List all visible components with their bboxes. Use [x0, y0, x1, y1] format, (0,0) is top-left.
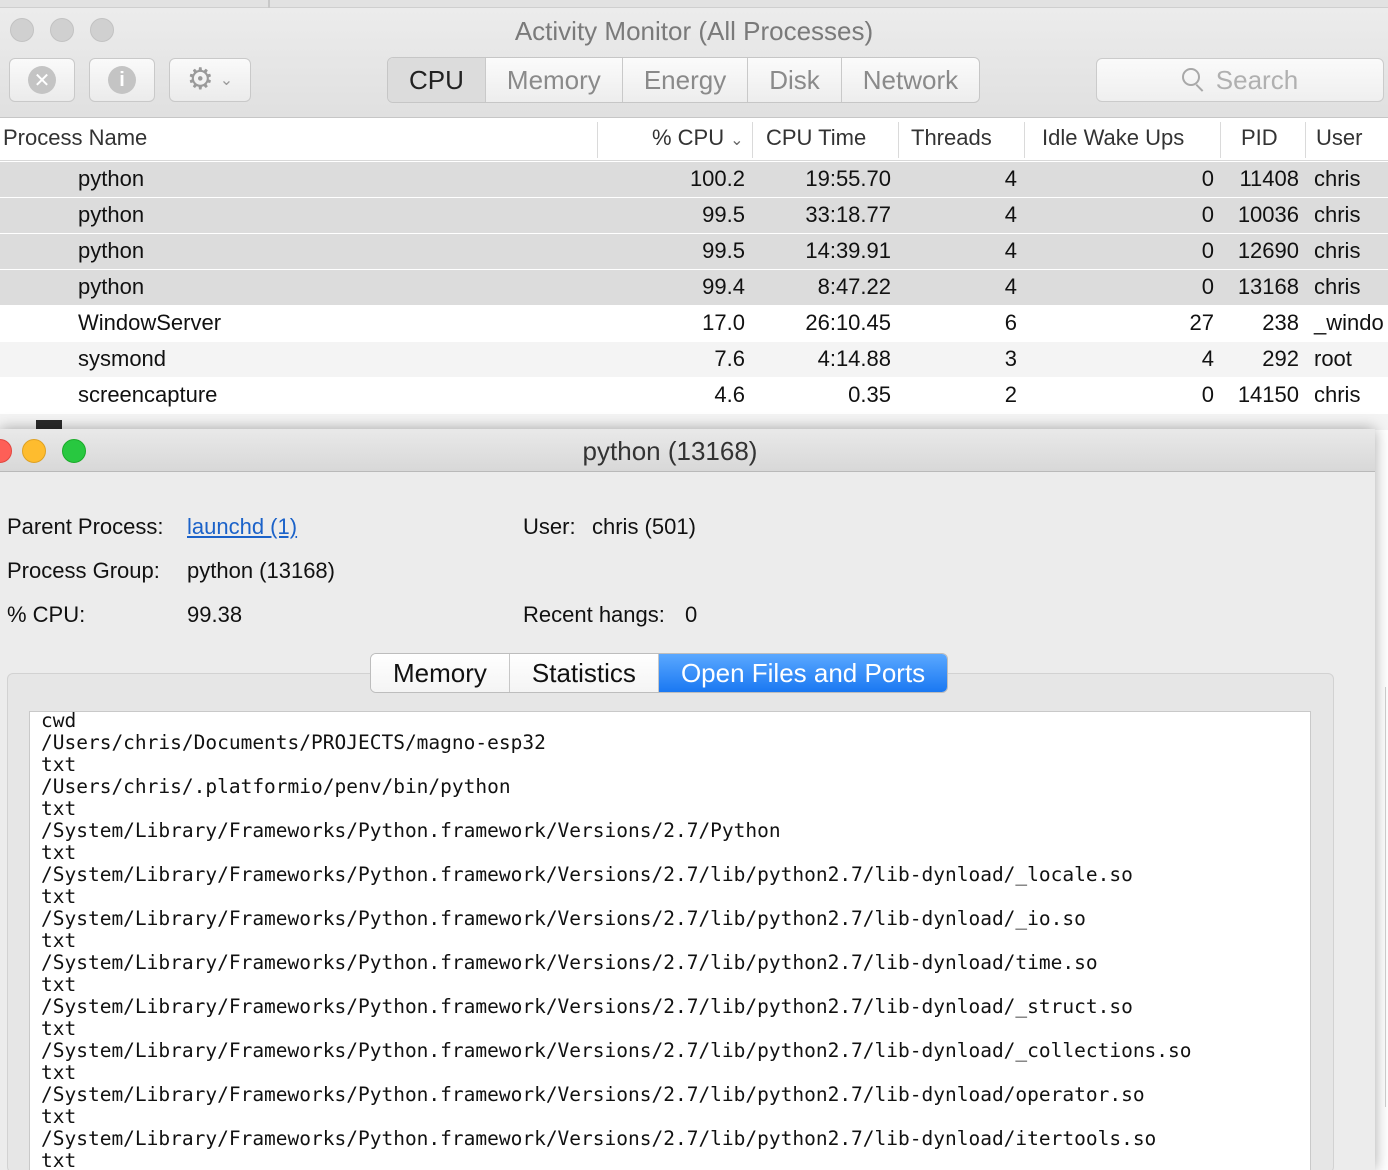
- table-row[interactable]: python 99.5 33:18.77 4 0 10036 chris: [0, 198, 1388, 233]
- open-files-list: cwd/Users/chris/Documents/PROJECTS/magno…: [41, 711, 1192, 1170]
- column-cpu-time[interactable]: CPU Time: [766, 125, 866, 151]
- table-row[interactable]: sysmond 7.6 4:14.88 3 4 292 root: [0, 342, 1388, 377]
- open-file-line: txt: [41, 1061, 77, 1084]
- tab-memory[interactable]: Memory: [484, 58, 622, 102]
- open-file-line: /System/Library/Frameworks/Python.framew…: [41, 907, 1086, 930]
- open-file-line: txt: [41, 753, 77, 776]
- column-user[interactable]: User: [1316, 125, 1362, 151]
- inspect-process-button[interactable]: i: [89, 58, 155, 102]
- search-icon: [1181, 68, 1206, 92]
- column-threads[interactable]: Threads: [911, 125, 992, 151]
- recent-hangs-label: Recent hangs:: [523, 602, 665, 627]
- open-files-text-area[interactable]: cwd/Users/chris/Documents/PROJECTS/magno…: [29, 711, 1311, 1170]
- resource-tabs: CPU Memory Energy Disk Network: [387, 57, 981, 103]
- screen: Activity Monitor (All Processes) ✕ i ⚙ ⌄…: [0, 0, 1388, 1170]
- table-row[interactable]: screencapture 4.6 0.35 2 0 14150 chris: [0, 378, 1388, 413]
- toolbar: Activity Monitor (All Processes) ✕ i ⚙ ⌄…: [0, 8, 1388, 118]
- column-header: Process Name % CPU ⌄ CPU Time Threads Idl…: [0, 118, 1388, 161]
- open-file-line: txt: [41, 929, 77, 952]
- open-file-line: /System/Library/Frameworks/Python.framew…: [41, 1039, 1192, 1062]
- background-window-edge: [1375, 430, 1388, 1170]
- tab-statistics[interactable]: Statistics: [508, 654, 658, 692]
- open-file-line: /Users/chris/.platformio/penv/bin/python: [41, 775, 511, 798]
- action-menu-button[interactable]: ⚙ ⌄: [169, 58, 251, 102]
- tab-memory[interactable]: Memory: [371, 654, 509, 692]
- open-file-line: /System/Library/Frameworks/Python.framew…: [41, 863, 1133, 886]
- user-label: User:: [523, 514, 576, 539]
- open-file-line: /System/Library/Frameworks/Python.framew…: [41, 1127, 1157, 1150]
- chevron-down-icon: ⌄: [219, 72, 234, 89]
- tab-open-files-and-ports[interactable]: Open Files and Ports: [657, 654, 948, 692]
- open-file-line: txt: [41, 1105, 77, 1128]
- table-row-partial[interactable]: [0, 414, 1388, 430]
- search-input[interactable]: Search: [1096, 58, 1384, 102]
- parent-process-label: Parent Process:: [7, 514, 164, 539]
- open-file-line: txt: [41, 1149, 77, 1170]
- open-file-line: /System/Library/Frameworks/Python.framew…: [41, 1083, 1145, 1106]
- stop-process-button[interactable]: ✕: [9, 58, 75, 102]
- open-file-line: txt: [41, 841, 77, 864]
- activity-monitor-window: Activity Monitor (All Processes) ✕ i ⚙ ⌄…: [0, 0, 1388, 430]
- inspector-tabs: Memory Statistics Open Files and Ports: [370, 653, 949, 693]
- tab-energy[interactable]: Energy: [621, 58, 747, 102]
- open-file-line: /System/Library/Frameworks/Python.framew…: [41, 995, 1133, 1018]
- window-title: Activity Monitor (All Processes): [514, 16, 874, 46]
- inspector-titlebar: python (13168): [0, 429, 1375, 472]
- table-row[interactable]: WindowServer 17.0 26:10.45 6 27 238 _win…: [0, 306, 1388, 341]
- column-cpu-pct[interactable]: % CPU ⌄: [652, 125, 744, 151]
- search-placeholder: Search: [1215, 64, 1299, 95]
- open-file-line: txt: [41, 885, 77, 908]
- cpu-label: % CPU:: [7, 602, 86, 627]
- chevron-down-icon: ⌄: [730, 132, 744, 149]
- tab-cpu[interactable]: CPU: [388, 58, 485, 102]
- divider: [268, 0, 270, 8]
- open-file-line: cwd: [41, 711, 77, 732]
- open-file-line: txt: [41, 973, 77, 996]
- open-file-line: txt: [41, 797, 77, 820]
- table-row[interactable]: python 100.2 19:55.70 4 0 11408 chris: [0, 162, 1388, 197]
- open-file-line: /System/Library/Frameworks/Python.framew…: [41, 951, 1098, 974]
- open-file-line: txt: [41, 1017, 77, 1040]
- column-idle-wake-ups[interactable]: Idle Wake Ups: [1042, 125, 1184, 151]
- parent-process-link[interactable]: launchd (1): [187, 514, 297, 540]
- column-pid[interactable]: PID: [1241, 125, 1278, 151]
- stop-process-icon: ✕: [28, 66, 56, 94]
- tab-network[interactable]: Network: [840, 58, 979, 102]
- open-file-line: /System/Library/Frameworks/Python.framew…: [41, 819, 781, 842]
- tab-disk[interactable]: Disk: [747, 58, 841, 102]
- window-top-strip: [0, 0, 1388, 8]
- process-group-value: python (13168): [187, 558, 335, 583]
- user-value: chris (501): [592, 514, 696, 539]
- table-row[interactable]: python 99.5 14:39.91 4 0 12690 chris: [0, 234, 1388, 269]
- recent-hangs-value: 0: [685, 602, 698, 627]
- process-group-label: Process Group:: [7, 558, 160, 583]
- process-inspector-window: python (13168) Parent Process: launchd (…: [0, 429, 1375, 1170]
- cpu-value: 99.38: [187, 602, 243, 627]
- column-process-name[interactable]: Process Name: [3, 125, 147, 151]
- process-table: python 100.2 19:55.70 4 0 11408 chris py…: [0, 162, 1388, 430]
- inspect-process-icon: i: [108, 66, 136, 94]
- inspector-title: python (13168): [582, 436, 758, 466]
- table-row[interactable]: python 99.4 8:47.22 4 0 13168 chris: [0, 270, 1388, 305]
- gear-icon: ⚙: [186, 63, 214, 96]
- open-file-line: /Users/chris/Documents/PROJECTS/magno-es…: [41, 731, 546, 754]
